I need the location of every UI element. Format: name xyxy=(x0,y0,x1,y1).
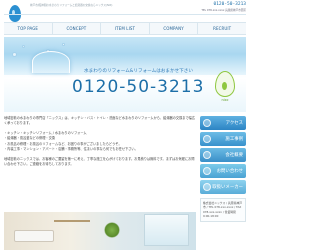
page: nixc 神戸市/阪神間の水まわりリフォームと給湯器の交換ならニックス(NIX)… xyxy=(0,0,250,250)
header-address: TEL 078-xxx-xxxx 兵庫県神戸市西区 xyxy=(201,9,246,12)
list-icon xyxy=(203,183,211,191)
service-list: ・キッチン・キッチンリフォーム / 水まわりのリフォーム ・給湯器・風呂釜などの… xyxy=(4,131,196,153)
water-droplet xyxy=(12,52,17,57)
main-nav: TOP PAGE CONCEPT ITEM LIST COMPANY RECRU… xyxy=(4,22,246,35)
sidebar-button-cases[interactable]: 施工事例 xyxy=(200,132,246,146)
service-item: ・内装工事・マンション・アパート・店舗・事務所等、住まいの事なら何でもお任せ下さ… xyxy=(4,147,138,152)
hero-phone-number[interactable]: 0120-50-3213 xyxy=(72,77,204,97)
plant-shape xyxy=(104,222,120,238)
header-phone[interactable]: 0120-50-3213 xyxy=(201,2,246,7)
window-shape xyxy=(144,214,189,246)
sidebar-button-label: 施工事例 xyxy=(225,137,243,142)
water-droplet xyxy=(22,45,25,48)
mail-icon xyxy=(203,167,211,175)
sidebar-button-label: 会社概要 xyxy=(225,153,243,158)
intro-text: 地域密着の水まわりの専門店「ニックス」は、キッチン・バス・トイレ・洗面など水まわ… xyxy=(4,116,196,126)
closing-paragraph: 地域密着のニックスでは、お客様のご要望を第一に考え、丁寧な施工を心がけております… xyxy=(4,156,195,167)
hero-message: 水まわりのリフォーム&リフォームはおまかせ下さい xyxy=(84,69,193,74)
sidebar-button-label: お問い合わせ xyxy=(216,169,243,174)
interior-photo xyxy=(4,212,196,250)
nav-item-company[interactable]: COMPANY xyxy=(150,23,199,34)
nav-item-recruit[interactable]: RECRUIT xyxy=(198,23,246,34)
nav-item-top-page[interactable]: TOP PAGE xyxy=(4,23,53,34)
nav-item-concept[interactable]: CONCEPT xyxy=(53,23,102,34)
sidebar-button-label: アクセス xyxy=(225,121,243,126)
hero-logo: nixc xyxy=(212,71,238,105)
sidebar-button-access[interactable]: アクセス xyxy=(200,116,246,130)
site-header: nixc 神戸市/阪神間の水まわりリフォームと給湯器の交換ならニックス(NIX)… xyxy=(0,0,250,38)
water-crown-splash xyxy=(32,51,70,73)
main-content: 地域密着の水まわりの専門店「ニックス」は、キッチン・バス・トイレ・洗面など水まわ… xyxy=(4,116,196,250)
sidebar-button-inquiry[interactable]: お問い合わせ xyxy=(200,164,246,178)
hero-banner: 水まわりのリフォーム&リフォームはおまかせ下さい 0120-50-3213 ni… xyxy=(4,37,246,112)
leaf-drop-icon xyxy=(215,71,235,97)
water-droplet xyxy=(62,43,65,46)
sink-shape xyxy=(14,230,54,242)
sidebar-button-makers[interactable]: 取扱いメーカー xyxy=(200,180,246,194)
house-icon xyxy=(203,135,211,143)
company-info: 株式会社ニックス / 兵庫県神戸市 / TEL 078-xxx-xxxx / F… xyxy=(200,198,246,222)
nav-item-item-list[interactable]: ITEM LIST xyxy=(101,23,150,34)
sidebar-button-company[interactable]: 会社概要 xyxy=(200,148,246,162)
sidebar: アクセス 施工事例 会社概要 お問い合わせ 取扱いメーカー 株式会社ニックス /… xyxy=(200,116,246,250)
shelf-shape xyxy=(54,220,90,222)
building-icon xyxy=(203,151,211,159)
sidebar-button-label: 取扱いメーカー xyxy=(212,185,243,190)
map-pin-icon xyxy=(203,119,211,127)
header-tagline: 神戸市/阪神間の水まわりリフォームと給湯器の交換ならニックス(NIX) xyxy=(30,4,113,7)
header-divider xyxy=(4,14,246,15)
hero-logo-text: nixc xyxy=(221,98,229,102)
header-contact: 0120-50-3213 TEL 078-xxx-xxxx 兵庫県神戸市西区 xyxy=(201,2,246,12)
